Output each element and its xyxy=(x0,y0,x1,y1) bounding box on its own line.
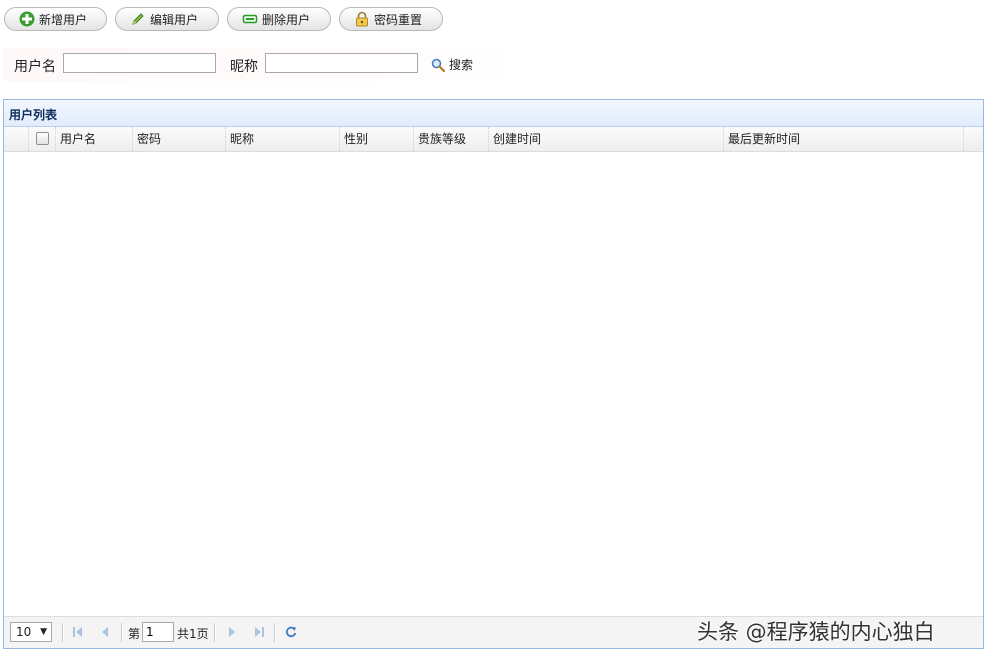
column-header-noble-level[interactable]: 贵族等级 xyxy=(414,127,489,151)
watermark-text: 头条 @程序猿的内心独白 xyxy=(697,620,935,644)
pencil-icon xyxy=(132,13,144,25)
column-header-nickname[interactable]: 昵称 xyxy=(226,127,340,151)
add-user-button[interactable]: 新增用户 xyxy=(4,7,107,31)
refresh-icon[interactable] xyxy=(285,626,297,638)
search-label: 搜索 xyxy=(449,58,474,72)
column-header-username[interactable]: 用户名 xyxy=(56,127,133,151)
panel-header: 用户列表 xyxy=(4,100,983,127)
plus-icon xyxy=(19,11,35,27)
total-pages: 共1页 xyxy=(177,627,209,641)
search-bar: 用户名 昵称 搜索 xyxy=(3,48,511,81)
minus-icon xyxy=(242,14,258,24)
delete-user-label: 删除用户 xyxy=(262,12,311,27)
pager-separator xyxy=(121,623,123,642)
first-page-icon[interactable] xyxy=(72,626,84,638)
column-header-gender[interactable]: 性别 xyxy=(340,127,414,151)
username-input[interactable] xyxy=(63,53,216,73)
grid-header: 用户名 密码 昵称 性别 贵族等级 创建时间 最后更新时间 xyxy=(4,127,983,152)
search-button[interactable]: 搜索 xyxy=(431,56,473,73)
reset-password-button[interactable]: 密码重置 xyxy=(339,7,443,31)
user-list-panel: 用户列表 用户名 密码 昵称 性别 贵族等级 创建时间 最后更新时间 10 ▼ … xyxy=(3,99,984,649)
panel-title: 用户列表 xyxy=(9,108,58,122)
row-number-header xyxy=(4,127,29,151)
page-prefix: 第 xyxy=(128,627,141,641)
next-page-icon[interactable] xyxy=(226,626,238,638)
magnifier-icon xyxy=(431,58,445,72)
last-page-icon[interactable] xyxy=(253,626,265,638)
page-size-select[interactable]: 10 ▼ xyxy=(10,622,52,642)
chevron-down-icon: ▼ xyxy=(40,627,47,637)
checkbox-header xyxy=(29,127,56,151)
reset-password-label: 密码重置 xyxy=(374,12,423,27)
nickname-label: 昵称 xyxy=(230,59,258,75)
nickname-input[interactable] xyxy=(265,53,418,73)
column-header-created-time[interactable]: 创建时间 xyxy=(489,127,724,151)
edit-user-label: 编辑用户 xyxy=(150,12,199,27)
grid-body xyxy=(4,152,983,616)
current-page-input[interactable] xyxy=(142,622,174,642)
lock-icon xyxy=(356,11,368,27)
pager-separator xyxy=(274,623,276,642)
delete-user-button[interactable]: 删除用户 xyxy=(227,7,331,31)
pager-separator xyxy=(214,623,216,642)
column-header-updated-time[interactable]: 最后更新时间 xyxy=(724,127,964,151)
add-user-label: 新增用户 xyxy=(39,12,88,27)
previous-page-icon[interactable] xyxy=(99,626,111,638)
select-all-checkbox[interactable] xyxy=(36,132,49,145)
pager-separator xyxy=(62,623,64,642)
username-label: 用户名 xyxy=(14,59,56,75)
column-header-password[interactable]: 密码 xyxy=(133,127,226,151)
page-size-value: 10 xyxy=(16,625,32,639)
edit-user-button[interactable]: 编辑用户 xyxy=(115,7,219,31)
